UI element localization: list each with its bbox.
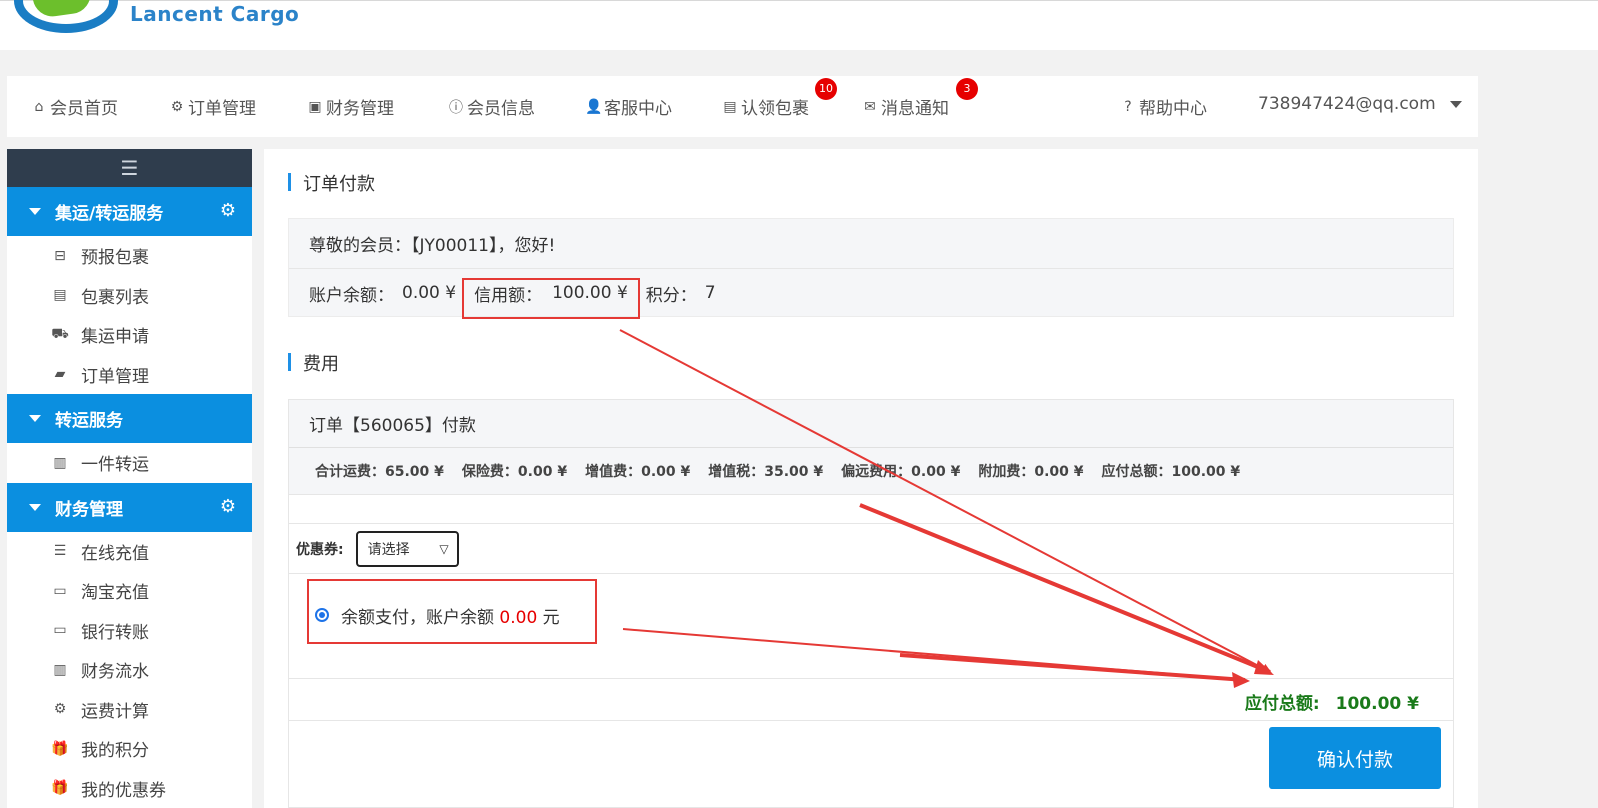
gift-icon: 🎁 bbox=[51, 780, 69, 797]
total-row: 应付总额: 100.00 ¥ bbox=[289, 679, 1453, 721]
gift-icon: 🎁 bbox=[51, 740, 69, 757]
account-menu[interactable]: 738947424@qq.com bbox=[1258, 94, 1462, 114]
gears-icon: ⚙ bbox=[53, 701, 67, 718]
balance-value: 0.00 ¥ bbox=[402, 283, 457, 303]
chevron-down-icon: ▽ bbox=[439, 541, 449, 556]
coupon-label: 优惠券: bbox=[296, 541, 344, 558]
credit-card-icon: ▭ bbox=[53, 582, 67, 599]
coupon-row: 优惠券: 请选择 ▽ bbox=[289, 524, 1453, 574]
chevron-down-icon bbox=[1449, 100, 1462, 108]
fee-freight: 合计运费：65.00 ¥ bbox=[315, 464, 444, 480]
sidebar-item-forecast-package[interactable]: ⊟ 预报包裹 bbox=[7, 236, 252, 276]
sidebar: ☰ 集运/转运服务 ⚙ ⊟ 预报包裹 ▤ 包裹列表 ⛟ 集运申请 ▰ 订单管理 转运服务… bbox=[7, 149, 252, 808]
sidebar-group-consolidation[interactable]: 集运/转运服务 ⚙ bbox=[7, 187, 252, 236]
sidebar-item-bank-transfer[interactable]: ▭ 银行转账 bbox=[7, 611, 252, 651]
gear-icon[interactable]: ⚙ bbox=[220, 200, 236, 221]
home-icon: ⌂ bbox=[34, 98, 44, 115]
sidebar-group-forwarding[interactable]: 转运服务 bbox=[7, 394, 252, 443]
money-icon: ▣ bbox=[308, 98, 322, 115]
top-nav: ⌂ 会员首页 ⚙ 订单管理 ▣ 财务管理 ⓘ 会员信息 👤 客服中心 ▤ 认领包裹 10 ✉… bbox=[7, 76, 1478, 137]
sidebar-item-freight-calc[interactable]: ⚙ 运费计算 bbox=[7, 690, 252, 730]
confirm-payment-button[interactable]: 确认付款 bbox=[1269, 727, 1441, 789]
bar-chart-icon: ▥ bbox=[53, 454, 67, 471]
info-icon: ⓘ bbox=[449, 99, 463, 116]
payment-method-row: 余额支付，账户余额 0.00 元 bbox=[289, 574, 1453, 679]
nav-finance[interactable]: ▣ 财务管理 bbox=[307, 94, 394, 120]
credit-card-icon: ▭ bbox=[53, 622, 67, 639]
balance-row: 账户余额： 0.00 ¥ 信用额： 100.00 ¥ 积分： 7 bbox=[289, 268, 1453, 317]
nav-help[interactable]: ? 帮助中心 bbox=[1120, 94, 1207, 120]
points-label: 积分： bbox=[645, 285, 697, 306]
sidebar-item-order-management[interactable]: ▰ 订单管理 bbox=[7, 355, 252, 395]
claim-count-badge: 10 bbox=[815, 78, 837, 100]
user-icon: 👤 bbox=[585, 98, 603, 115]
account-email: 738947424@qq.com bbox=[1258, 94, 1436, 114]
sidebar-toggle[interactable]: ☰ bbox=[7, 149, 252, 187]
sidebar-item-consolidation-apply[interactable]: ⛟ 集运申请 bbox=[7, 315, 252, 355]
fee-insurance: 保险费：0.00 ¥ bbox=[461, 464, 568, 480]
nav-home[interactable]: ⌂ 会员首页 bbox=[31, 94, 118, 120]
fee-heading: 费用 bbox=[288, 350, 339, 376]
question-icon: ? bbox=[1124, 98, 1132, 115]
credit-label: 信用额： bbox=[474, 285, 543, 306]
sidebar-item-finance-flow[interactable]: ▥ 财务流水 bbox=[7, 650, 252, 690]
logo-text: Lancent Cargo bbox=[130, 2, 300, 26]
spacer-row bbox=[289, 495, 1453, 524]
nav-member-info[interactable]: ⓘ 会员信息 bbox=[448, 94, 535, 119]
gear-icon[interactable]: ⚙ bbox=[220, 496, 236, 517]
balance-pay-radio[interactable] bbox=[315, 608, 329, 622]
nav-claim-package[interactable]: ▤ 认领包裹 10 bbox=[722, 78, 837, 119]
total-amount: 应付总额: 100.00 ¥ bbox=[1244, 694, 1419, 714]
credit-value: 100.00 ¥ bbox=[552, 283, 628, 303]
nav-messages[interactable]: ✉ 消息通知 3 bbox=[862, 78, 978, 119]
bar-chart-icon: ▥ bbox=[53, 661, 67, 678]
truck-icon: ⛟ bbox=[51, 325, 69, 342]
archive-icon: ▤ bbox=[723, 98, 737, 115]
caret-down-icon bbox=[29, 415, 41, 422]
book-icon: ▰ bbox=[54, 366, 66, 383]
sidebar-group-finance[interactable]: 财务管理 ⚙ bbox=[7, 482, 252, 532]
inbox-icon: ⊟ bbox=[54, 247, 66, 264]
caret-down-icon bbox=[29, 503, 41, 511]
sidebar-item-my-points[interactable]: 🎁 我的积分 bbox=[7, 729, 252, 769]
nav-service[interactable]: 👤 客服中心 bbox=[585, 94, 672, 120]
order-pay-title: 订单【560065】付款 bbox=[289, 400, 1453, 448]
order-pay-heading: 订单付款 bbox=[288, 170, 375, 196]
nav-orders[interactable]: ⚙ 订单管理 bbox=[169, 94, 256, 120]
site-header: Lancent Cargo bbox=[0, 0, 1598, 50]
points-value: 7 bbox=[704, 283, 716, 303]
fee-value-added: 增值费：0.00 ¥ bbox=[585, 464, 691, 480]
envelope-icon: ✉ bbox=[864, 98, 876, 115]
sidebar-item-online-recharge[interactable]: ☰ 在线充值 bbox=[7, 532, 252, 572]
balance-label: 账户余额： bbox=[309, 285, 394, 306]
sidebar-item-package-list[interactable]: ▤ 包裹列表 bbox=[7, 276, 252, 316]
message-count-badge: 3 bbox=[956, 78, 978, 100]
fee-remote: 偏远费用：0.00 ¥ bbox=[841, 464, 961, 480]
menu-icon: ☰ bbox=[120, 156, 139, 180]
coupon-select[interactable]: 请选择 ▽ bbox=[355, 530, 459, 567]
sidebar-item-single-forward[interactable]: ▥ 一件转运 bbox=[7, 443, 252, 483]
fee-total: 应付总额：100.00 ¥ bbox=[1101, 464, 1241, 480]
greeting-text: 尊敬的会员：【JY00011】，您好! bbox=[309, 236, 556, 256]
greeting-row: 尊敬的会员：【JY00011】，您好! bbox=[289, 219, 1453, 268]
account-info-box: 尊敬的会员：【JY00011】，您好! 账户余额： 0.00 ¥ 信用额： 10… bbox=[288, 218, 1454, 317]
gear-icon: ⚙ bbox=[170, 98, 184, 115]
list-icon: ▤ bbox=[53, 287, 67, 304]
sidebar-item-my-coupons[interactable]: 🎁 我的优惠券 bbox=[7, 769, 252, 808]
fee-vat: 增值税：35.00 ¥ bbox=[708, 464, 824, 480]
fee-extra: 附加费：0.00 ¥ bbox=[978, 464, 1084, 480]
balance-pay-label[interactable]: 余额支付，账户余额 0.00 元 bbox=[341, 603, 560, 628]
balance-amount: 0.00 bbox=[499, 608, 538, 628]
server-icon: ☰ bbox=[53, 543, 67, 560]
caret-down-icon bbox=[29, 208, 41, 215]
sidebar-item-taobao-recharge[interactable]: ▭ 淘宝充值 bbox=[7, 571, 252, 611]
fee-breakdown: 合计运费：65.00 ¥ 保险费：0.00 ¥ 增值费：0.00 ¥ 增值税：3… bbox=[289, 448, 1453, 495]
main-content: 订单付款 尊敬的会员：【JY00011】，您好! 账户余额： 0.00 ¥ 信用… bbox=[264, 149, 1478, 808]
